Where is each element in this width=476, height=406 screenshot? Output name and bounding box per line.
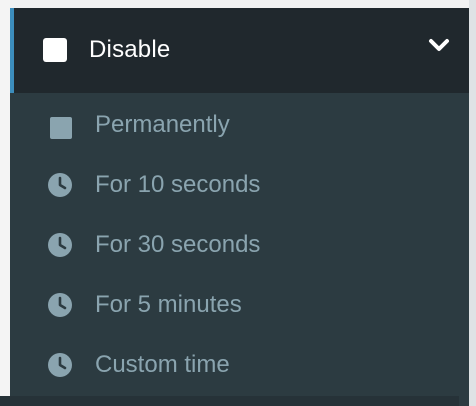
chevron-down-icon bbox=[429, 39, 449, 51]
scroll-gutter bbox=[469, 0, 476, 406]
disable-label: Disable bbox=[89, 36, 171, 63]
menu-item-10-seconds[interactable]: For 10 seconds bbox=[10, 155, 469, 215]
disable-submenu: Permanently For 10 seconds For 30 second… bbox=[10, 93, 469, 406]
clock-icon bbox=[48, 353, 72, 377]
clock-icon bbox=[48, 233, 72, 257]
menu-item-label: Permanently bbox=[95, 111, 230, 138]
app-frame: Disable Permanently For 10 seconds For 3… bbox=[0, 0, 476, 406]
square-icon bbox=[50, 117, 72, 139]
menu-item-30-seconds[interactable]: For 30 seconds bbox=[10, 215, 469, 275]
sidebar-panel: Disable Permanently For 10 seconds For 3… bbox=[10, 8, 476, 406]
disable-toggle[interactable]: Disable bbox=[10, 8, 469, 93]
menu-item-label: For 5 minutes bbox=[95, 291, 242, 318]
bottom-divider bbox=[0, 396, 459, 406]
clock-icon bbox=[48, 173, 72, 197]
menu-item-custom-time[interactable]: Custom time bbox=[10, 335, 469, 395]
page-edge bbox=[0, 0, 10, 406]
menu-item-permanently[interactable]: Permanently bbox=[10, 95, 469, 155]
menu-item-label: Custom time bbox=[95, 351, 230, 378]
menu-item-label: For 10 seconds bbox=[95, 171, 261, 198]
menu-item-label: For 30 seconds bbox=[95, 231, 261, 258]
clock-icon bbox=[48, 293, 72, 317]
checkbox-icon bbox=[43, 38, 67, 62]
menu-item-5-minutes[interactable]: For 5 minutes bbox=[10, 275, 469, 335]
